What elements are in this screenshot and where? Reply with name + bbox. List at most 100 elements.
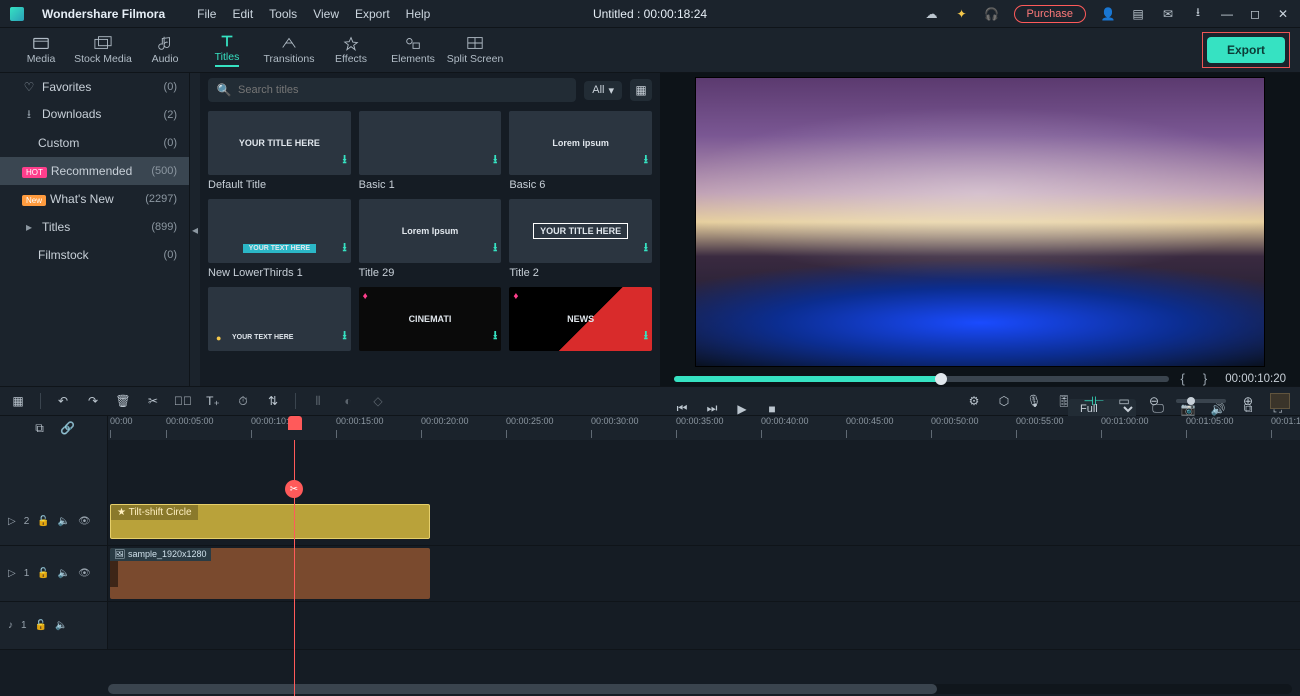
- search-input[interactable]: [238, 84, 568, 96]
- zoom-in-button[interactable]: ⊕: [1240, 393, 1256, 409]
- download-icon[interactable]: ⭳: [493, 150, 497, 171]
- download-icon[interactable]: ⭳: [493, 326, 497, 347]
- search-box[interactable]: 🔍: [208, 78, 576, 102]
- download-icon[interactable]: ⭳: [493, 238, 497, 259]
- asset-item[interactable]: YOUR TEXT HERE●⭳: [208, 287, 351, 355]
- download-icon[interactable]: ⭳: [342, 326, 346, 347]
- window-minimize-icon[interactable]: —: [1220, 7, 1234, 21]
- undo-button[interactable]: ↶: [55, 393, 71, 409]
- keyframe-icon[interactable]: ◇: [370, 393, 386, 409]
- tab-split-screen[interactable]: Split Screen: [444, 28, 506, 73]
- duplicate-track-icon[interactable]: ⧉: [32, 420, 48, 436]
- timeline-ruler[interactable]: ⧉ 🔗 00:00 00:00:05:0000:00:10:0000:00:15…: [0, 416, 1300, 440]
- fit-icon[interactable]: ▭: [1116, 393, 1132, 409]
- asset-item[interactable]: CINEMATI♦⭳: [359, 287, 502, 355]
- tab-titles[interactable]: Titles: [196, 28, 258, 73]
- delete-button[interactable]: 🗑: [115, 393, 131, 409]
- asset-item[interactable]: ⭳Basic 1: [359, 111, 502, 191]
- mixer-icon[interactable]: 🎚: [1056, 393, 1072, 409]
- mute-icon[interactable]: 🔈: [58, 516, 70, 527]
- tab-audio[interactable]: Audio: [134, 28, 196, 73]
- sidebar-item-recommended[interactable]: HOTRecommended(500): [0, 157, 189, 185]
- save-icon[interactable]: ▤: [1130, 6, 1146, 22]
- tab-transitions[interactable]: Transitions: [258, 28, 320, 73]
- snap-icon[interactable]: ⊣⊢: [1086, 393, 1102, 409]
- download-icon[interactable]: ⭳: [342, 238, 346, 259]
- tab-stock-media[interactable]: Stock Media: [72, 28, 134, 73]
- tab-media[interactable]: Media: [10, 28, 72, 73]
- support-icon[interactable]: 🎧: [984, 6, 1000, 22]
- zoom-out-button[interactable]: ⊖: [1146, 393, 1162, 409]
- cloud-icon[interactable]: ☁: [924, 6, 940, 22]
- menu-export[interactable]: Export: [355, 7, 390, 21]
- asset-item[interactable]: Lorem Ipsum⭳Title 29: [359, 199, 502, 279]
- playhead-marker[interactable]: [288, 416, 302, 430]
- menu-edit[interactable]: Edit: [232, 7, 253, 21]
- marker-in-icon[interactable]: {: [1181, 371, 1191, 386]
- window-close-icon[interactable]: ✕: [1276, 7, 1290, 21]
- marker-out-icon[interactable]: }: [1203, 371, 1213, 386]
- download-icon[interactable]: ⭳: [644, 326, 648, 347]
- prev-frame-button[interactable]: ⏮: [674, 401, 690, 417]
- play-button[interactable]: ▶: [734, 401, 750, 417]
- menu-file[interactable]: File: [197, 7, 216, 21]
- asset-item[interactable]: Lorem ipsum⭳Basic 6: [509, 111, 652, 191]
- download-icon[interactable]: ⭳: [342, 150, 346, 171]
- crop-icon[interactable]: ◯⃠: [175, 393, 191, 409]
- sidebar-item-custom[interactable]: Custom(0): [0, 129, 189, 157]
- asset-item[interactable]: YOUR TEXT HERE⭳New LowerThirds 1: [208, 199, 351, 279]
- voiceover-icon[interactable]: 🎙: [1026, 393, 1042, 409]
- mic-record-icon[interactable]: ⭳: [1190, 6, 1206, 22]
- asset-item[interactable]: NEWS♦⭳: [509, 287, 652, 355]
- preview-progress[interactable]: [674, 376, 1169, 382]
- menu-tools[interactable]: Tools: [269, 7, 297, 21]
- download-icon[interactable]: ⭳: [644, 238, 648, 259]
- sidebar-item-titles[interactable]: ▸Titles(899): [0, 213, 189, 241]
- sidebar-item-filmstock[interactable]: Filmstock(0): [0, 241, 189, 269]
- sidebar-item-whats-new[interactable]: NewWhat's New(2297): [0, 185, 189, 213]
- zoom-slider[interactable]: [1176, 399, 1226, 403]
- menu-view[interactable]: View: [313, 7, 339, 21]
- notification-icon[interactable]: ✉: [1160, 6, 1176, 22]
- text-tool-icon[interactable]: T₊: [205, 393, 221, 409]
- layout-icon[interactable]: ▦: [10, 393, 26, 409]
- download-icon[interactable]: ⭳: [644, 150, 648, 171]
- timeline-hscrollbar[interactable]: [108, 684, 1292, 694]
- speed-icon[interactable]: ⏱: [235, 393, 251, 409]
- adjust-icon[interactable]: ⇅: [265, 393, 281, 409]
- collapse-sidebar-button[interactable]: ◂: [190, 73, 200, 386]
- track-audio1[interactable]: ♪1 🔓 🔈: [0, 602, 1300, 650]
- mute-icon[interactable]: 🔈: [58, 568, 70, 579]
- filter-dropdown[interactable]: All▾: [584, 81, 622, 100]
- asset-item[interactable]: YOUR TITLE HERE⭳Title 2: [509, 199, 652, 279]
- track-video2[interactable]: ▷2 🔓 🔈 👁 ★ Tilt-shift Circle: [0, 498, 1300, 546]
- playhead-line[interactable]: [294, 440, 295, 696]
- color-icon[interactable]: ◐: [340, 393, 356, 409]
- video-preview[interactable]: [695, 77, 1265, 367]
- clip-video[interactable]: 🖼 sample_1920x1280: [110, 548, 430, 599]
- tab-elements[interactable]: Elements: [382, 28, 444, 73]
- lock-icon[interactable]: 🔓: [37, 568, 49, 579]
- export-button[interactable]: Export: [1207, 37, 1285, 63]
- window-maximize-icon[interactable]: ◻: [1248, 7, 1262, 21]
- menu-help[interactable]: Help: [406, 7, 431, 21]
- sidebar-item-favorites[interactable]: ♡Favorites(0): [0, 73, 189, 101]
- tab-effects[interactable]: Effects: [320, 28, 382, 73]
- tip-icon[interactable]: ✦: [954, 6, 970, 22]
- mute-icon[interactable]: 🔈: [55, 620, 67, 631]
- scope-icon[interactable]: [1270, 393, 1290, 409]
- lock-icon[interactable]: 🔓: [35, 620, 47, 631]
- cut-button[interactable]: ✂: [145, 393, 161, 409]
- marker-icon[interactable]: ⬡: [996, 393, 1012, 409]
- track-video1[interactable]: ▷1 🔓 🔈 👁 🖼 sample_1920x1280: [0, 546, 1300, 602]
- playhead-grip[interactable]: ✂: [285, 480, 303, 498]
- eq-icon[interactable]: ⦀: [310, 393, 326, 409]
- render-icon[interactable]: ⚙: [966, 393, 982, 409]
- visibility-icon[interactable]: 👁: [78, 568, 91, 579]
- asset-item[interactable]: YOUR TITLE HERE⭳Default Title: [208, 111, 351, 191]
- purchase-button[interactable]: Purchase: [1014, 5, 1086, 23]
- lock-icon[interactable]: 🔓: [37, 516, 49, 527]
- link-icon[interactable]: 🔗: [60, 420, 76, 436]
- account-icon[interactable]: 👤: [1100, 6, 1116, 22]
- visibility-icon[interactable]: 👁: [78, 516, 91, 527]
